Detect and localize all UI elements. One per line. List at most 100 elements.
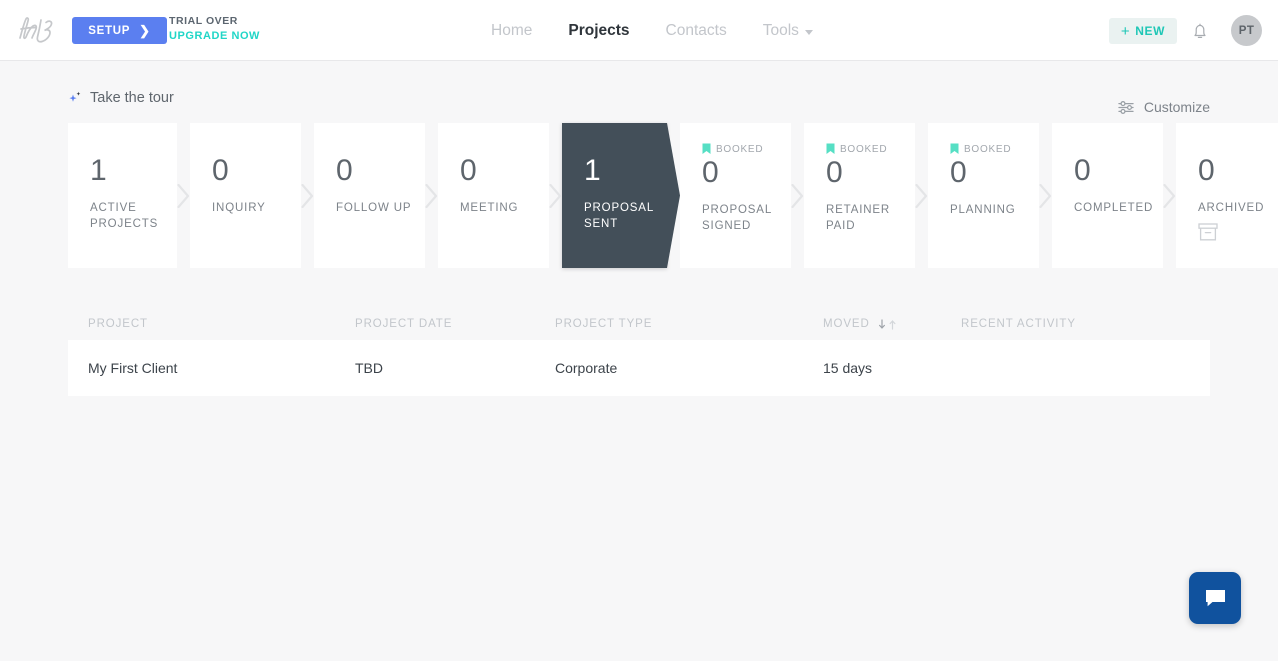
pipeline-card-inquiry[interactable]: 0 INQUIRY: [190, 123, 301, 268]
cell-project-date: TBD: [355, 360, 555, 376]
nav-item-projects[interactable]: Projects: [550, 22, 647, 40]
booked-label: BOOKED: [840, 144, 887, 155]
pipeline-card-label: MEETING: [460, 201, 549, 217]
nav-item-contacts[interactable]: Contacts: [648, 22, 745, 40]
page-subbar: Take the tour Customize: [68, 61, 1210, 123]
customize-button[interactable]: Customize: [1118, 99, 1210, 115]
notifications-bell-icon[interactable]: [1189, 20, 1211, 42]
new-button[interactable]: + NEW: [1109, 18, 1177, 44]
new-button-label: NEW: [1135, 24, 1165, 38]
table-body: My First ClientTBDCorporate15 days: [68, 340, 1210, 396]
setup-button-label: SETUP: [88, 25, 130, 37]
column-header-project-date[interactable]: PROJECT DATE: [355, 318, 555, 330]
bookmark-flag-icon: [950, 143, 959, 155]
column-header-label: PROJECT TYPE: [555, 318, 652, 330]
pipeline-card-label: COMPLETED: [1074, 201, 1163, 217]
column-header-project[interactable]: PROJECT: [88, 318, 355, 330]
projects-table: PROJECT PROJECT DATE PROJECT TYPE MOVED RECE…: [68, 308, 1210, 396]
pipeline-card-meeting[interactable]: 0 MEETING: [438, 123, 549, 268]
stage-divider-chevron-icon: [425, 184, 438, 208]
cell-project-type: Corporate: [555, 360, 823, 376]
sort-arrows-icon[interactable]: [878, 319, 897, 330]
pipeline-card-planning[interactable]: BOOKED 0 PLANNING: [928, 123, 1039, 268]
main-navigation: Home Projects Contacts Tools: [491, 0, 831, 61]
stage-divider-chevron-icon: [667, 184, 680, 208]
chevron-down-icon: [805, 30, 813, 35]
archive-box-icon: [1198, 223, 1278, 246]
booked-label: BOOKED: [716, 144, 763, 155]
column-header-project-type[interactable]: PROJECT TYPE: [555, 318, 823, 330]
cell-moved: 15 days: [823, 360, 961, 376]
chat-bubble-icon: [1203, 587, 1228, 610]
stage-divider-chevron-icon: [1163, 184, 1176, 208]
chevron-right-icon: ❯: [139, 24, 151, 37]
pipeline-card-follow-up[interactable]: 0FOLLOW UP: [314, 123, 425, 268]
pipeline-card-count: 0: [702, 158, 791, 188]
customize-label: Customize: [1144, 99, 1210, 115]
column-header-moved[interactable]: MOVED: [823, 318, 961, 330]
column-header-label: RECENT ACTIVITY: [961, 318, 1076, 330]
upgrade-now-link[interactable]: UPGRADE NOW: [169, 30, 260, 42]
booked-badge: BOOKED: [826, 142, 915, 156]
table-header-row: PROJECT PROJECT DATE PROJECT TYPE MOVED RECE…: [68, 308, 1210, 340]
bookmark-flag-icon: [826, 143, 835, 155]
nav-item-label: Home: [491, 22, 532, 40]
take-the-tour-button[interactable]: Take the tour: [68, 90, 174, 106]
pipeline-card-count: 0: [1074, 156, 1163, 186]
chat-support-button[interactable]: [1189, 572, 1241, 624]
booked-badge: BOOKED: [702, 142, 791, 156]
column-header-label: MOVED: [823, 318, 870, 330]
pipeline-card-label: PLANNING: [950, 203, 1039, 219]
pipeline-card-active-projects[interactable]: 1 ACTIVE PROJECTS: [68, 123, 177, 268]
user-avatar[interactable]: PT: [1231, 15, 1262, 46]
table-row[interactable]: My First ClientTBDCorporate15 days: [68, 340, 1210, 396]
top-header: SETUP ❯ TRIAL OVER UPGRADE NOW Home Proje…: [0, 0, 1278, 61]
pipeline-card-label: ACTIVE PROJECTS: [90, 201, 177, 232]
pipeline-card-count: 0: [1198, 156, 1278, 186]
nav-item-tools[interactable]: Tools: [745, 22, 831, 40]
pipeline-card-label: ARCHIVED: [1198, 201, 1278, 217]
stage-divider-chevron-icon: [1039, 184, 1052, 208]
booked-badge: BOOKED: [950, 142, 1039, 156]
pipeline-card-completed[interactable]: 0 COMPLETED: [1052, 123, 1163, 268]
pipeline-card-proposal-sent[interactable]: 1 PROPOSAL SENT: [562, 123, 667, 268]
pipeline-card-count: 1: [584, 156, 667, 186]
pipeline-card-count: 0: [950, 158, 1039, 188]
booked-label: BOOKED: [964, 144, 1011, 155]
stage-divider-chevron-icon: [791, 184, 804, 208]
column-header-label: PROJECT DATE: [355, 318, 452, 330]
plus-icon: +: [1121, 24, 1130, 39]
pipeline-card-label: PROPOSAL SIGNED: [702, 203, 791, 234]
stage-divider-chevron-icon: [549, 184, 562, 208]
take-the-tour-label: Take the tour: [90, 90, 174, 106]
pipeline-card-label: PROPOSAL SENT: [584, 201, 667, 232]
setup-button[interactable]: SETUP ❯: [72, 17, 167, 44]
pipeline-card-archived[interactable]: 0 ARCHIVED: [1176, 123, 1278, 268]
column-header-label: PROJECT: [88, 318, 148, 330]
nav-item-label: Projects: [568, 22, 629, 40]
nav-item-label: Contacts: [666, 22, 727, 40]
pipeline-card-count: 1: [90, 156, 177, 186]
pipeline-card-label: INQUIRY: [212, 201, 301, 217]
pipeline-card-label: FOLLOW UP: [336, 201, 425, 217]
sliders-icon: [1118, 100, 1135, 115]
stage-divider-chevron-icon: [915, 184, 928, 208]
pipeline-card-count: 0: [460, 156, 549, 186]
nav-item-label: Tools: [763, 22, 799, 40]
column-header-recent-activity[interactable]: RECENT ACTIVITY: [961, 318, 1210, 330]
pipeline-card-retainer-paid[interactable]: BOOKED 0 RETAINER PAID: [804, 123, 915, 268]
cell-project: My First Client: [88, 360, 355, 376]
stage-divider-chevron-icon: [177, 184, 190, 208]
pipeline-card-proposal-signed[interactable]: BOOKED 0 PROPOSAL SIGNED: [680, 123, 791, 268]
hb-logo[interactable]: [16, 13, 60, 47]
nav-item-home[interactable]: Home: [491, 22, 550, 40]
pipeline-card-count: 0: [826, 158, 915, 188]
pipeline-card-count: 0: [212, 156, 301, 186]
stage-divider-chevron-icon: [301, 184, 314, 208]
hb-monogram-icon: [17, 15, 59, 45]
bookmark-flag-icon: [702, 143, 711, 155]
pipeline-card-label: RETAINER PAID: [826, 203, 915, 234]
pipeline-stage-cards: 1ACTIVE PROJECTS0INQUIRY0FOLLOW UP0MEETI…: [68, 123, 1210, 268]
trial-status-block: TRIAL OVER UPGRADE NOW: [169, 16, 260, 42]
active-stage-point-icon: [667, 123, 680, 268]
